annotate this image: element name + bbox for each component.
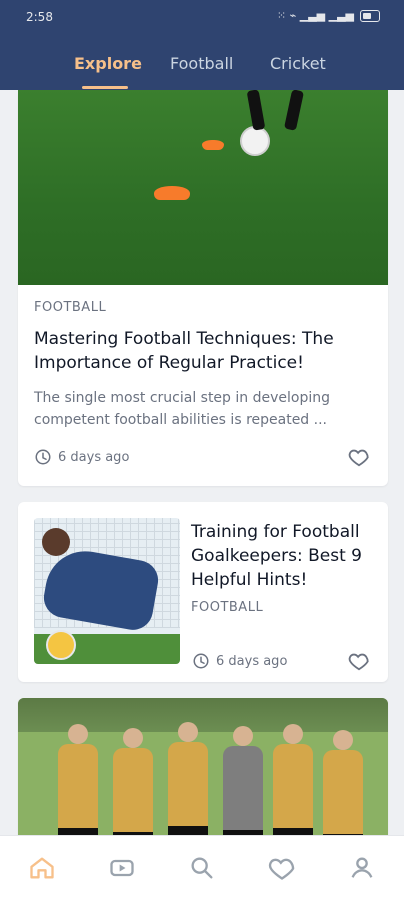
article-content: Training for Football Goalkeepers: Best … xyxy=(191,520,381,615)
tab-football[interactable]: Football xyxy=(170,54,233,73)
player-head xyxy=(123,728,143,748)
player-shorts xyxy=(168,826,208,835)
article-card[interactable]: FOOTBALL Mastering Football Techniques: … xyxy=(18,90,388,486)
player xyxy=(273,724,313,835)
heart-icon xyxy=(268,858,295,880)
player-head xyxy=(178,722,198,742)
heart-icon xyxy=(348,653,369,671)
status-icons-text: ⁙ ⌁ ▁▃▅ ▁▃▅ xyxy=(276,9,354,22)
player-head xyxy=(283,724,303,744)
status-icons: ⁙ ⌁ ▁▃▅ ▁▃▅ xyxy=(277,9,380,22)
coach xyxy=(223,726,263,835)
article-excerpt: The single most crucial step in developi… xyxy=(34,390,330,428)
bottom-navigation xyxy=(0,835,404,900)
nav-video[interactable] xyxy=(108,854,136,882)
home-icon xyxy=(30,857,54,879)
player xyxy=(323,730,363,835)
goalkeeper-head xyxy=(42,528,70,556)
status-time: 2:58 xyxy=(26,10,53,24)
article-meta: 6 days ago xyxy=(34,448,129,466)
article-content: FOOTBALL Mastering Football Techniques: … xyxy=(34,300,372,431)
player-leg xyxy=(246,90,266,131)
article-category: FOOTBALL xyxy=(34,300,107,315)
battery-icon xyxy=(360,9,380,22)
video-icon xyxy=(110,859,134,877)
header: 2:58 ⁙ ⌁ ▁▃▅ ▁▃▅ Explore Football Cricke… xyxy=(0,0,404,90)
article-time: 6 days ago xyxy=(58,449,130,465)
player xyxy=(58,724,98,835)
search-icon xyxy=(191,857,213,879)
tab-bar: Explore Football Cricket xyxy=(0,48,404,89)
article-card[interactable]: Training for Football Goalkeepers: Best … xyxy=(18,502,388,682)
football-ball xyxy=(240,126,270,156)
training-cone xyxy=(154,186,190,200)
nav-profile[interactable] xyxy=(348,854,376,882)
player xyxy=(113,728,153,835)
coach-head xyxy=(233,726,253,746)
tab-explore[interactable]: Explore xyxy=(74,54,142,73)
article-image xyxy=(34,518,180,664)
player-head xyxy=(68,724,88,744)
player xyxy=(168,722,208,835)
nav-search[interactable] xyxy=(188,854,216,882)
nav-home[interactable] xyxy=(28,854,56,882)
article-card[interactable] xyxy=(18,698,388,835)
article-image xyxy=(18,698,388,835)
status-bar: 2:58 ⁙ ⌁ ▁▃▅ ▁▃▅ xyxy=(0,0,404,30)
player-leg xyxy=(283,90,305,131)
player-head xyxy=(333,730,353,750)
favorite-button[interactable] xyxy=(348,650,370,676)
active-tab-indicator xyxy=(82,86,128,89)
article-title[interactable]: Training for Football Goalkeepers: Best … xyxy=(191,520,381,592)
training-cone xyxy=(202,140,224,150)
content-feed[interactable]: FOOTBALL Mastering Football Techniques: … xyxy=(0,90,404,835)
football-ball xyxy=(46,630,76,660)
favorite-button[interactable] xyxy=(348,446,370,472)
article-category: FOOTBALL xyxy=(191,600,264,615)
player-shorts xyxy=(58,828,98,835)
user-icon xyxy=(351,857,373,878)
clock-icon xyxy=(35,449,51,465)
nav-favorites[interactable] xyxy=(268,854,296,882)
article-image xyxy=(18,90,388,285)
heart-icon xyxy=(348,449,369,467)
tab-cricket[interactable]: Cricket xyxy=(270,54,326,73)
article-meta: 6 days ago xyxy=(192,652,287,670)
article-title[interactable]: Mastering Football Techniques: The Impor… xyxy=(34,327,372,375)
article-time: 6 days ago xyxy=(216,653,288,669)
player-shorts xyxy=(273,828,313,835)
clock-icon xyxy=(193,653,209,669)
